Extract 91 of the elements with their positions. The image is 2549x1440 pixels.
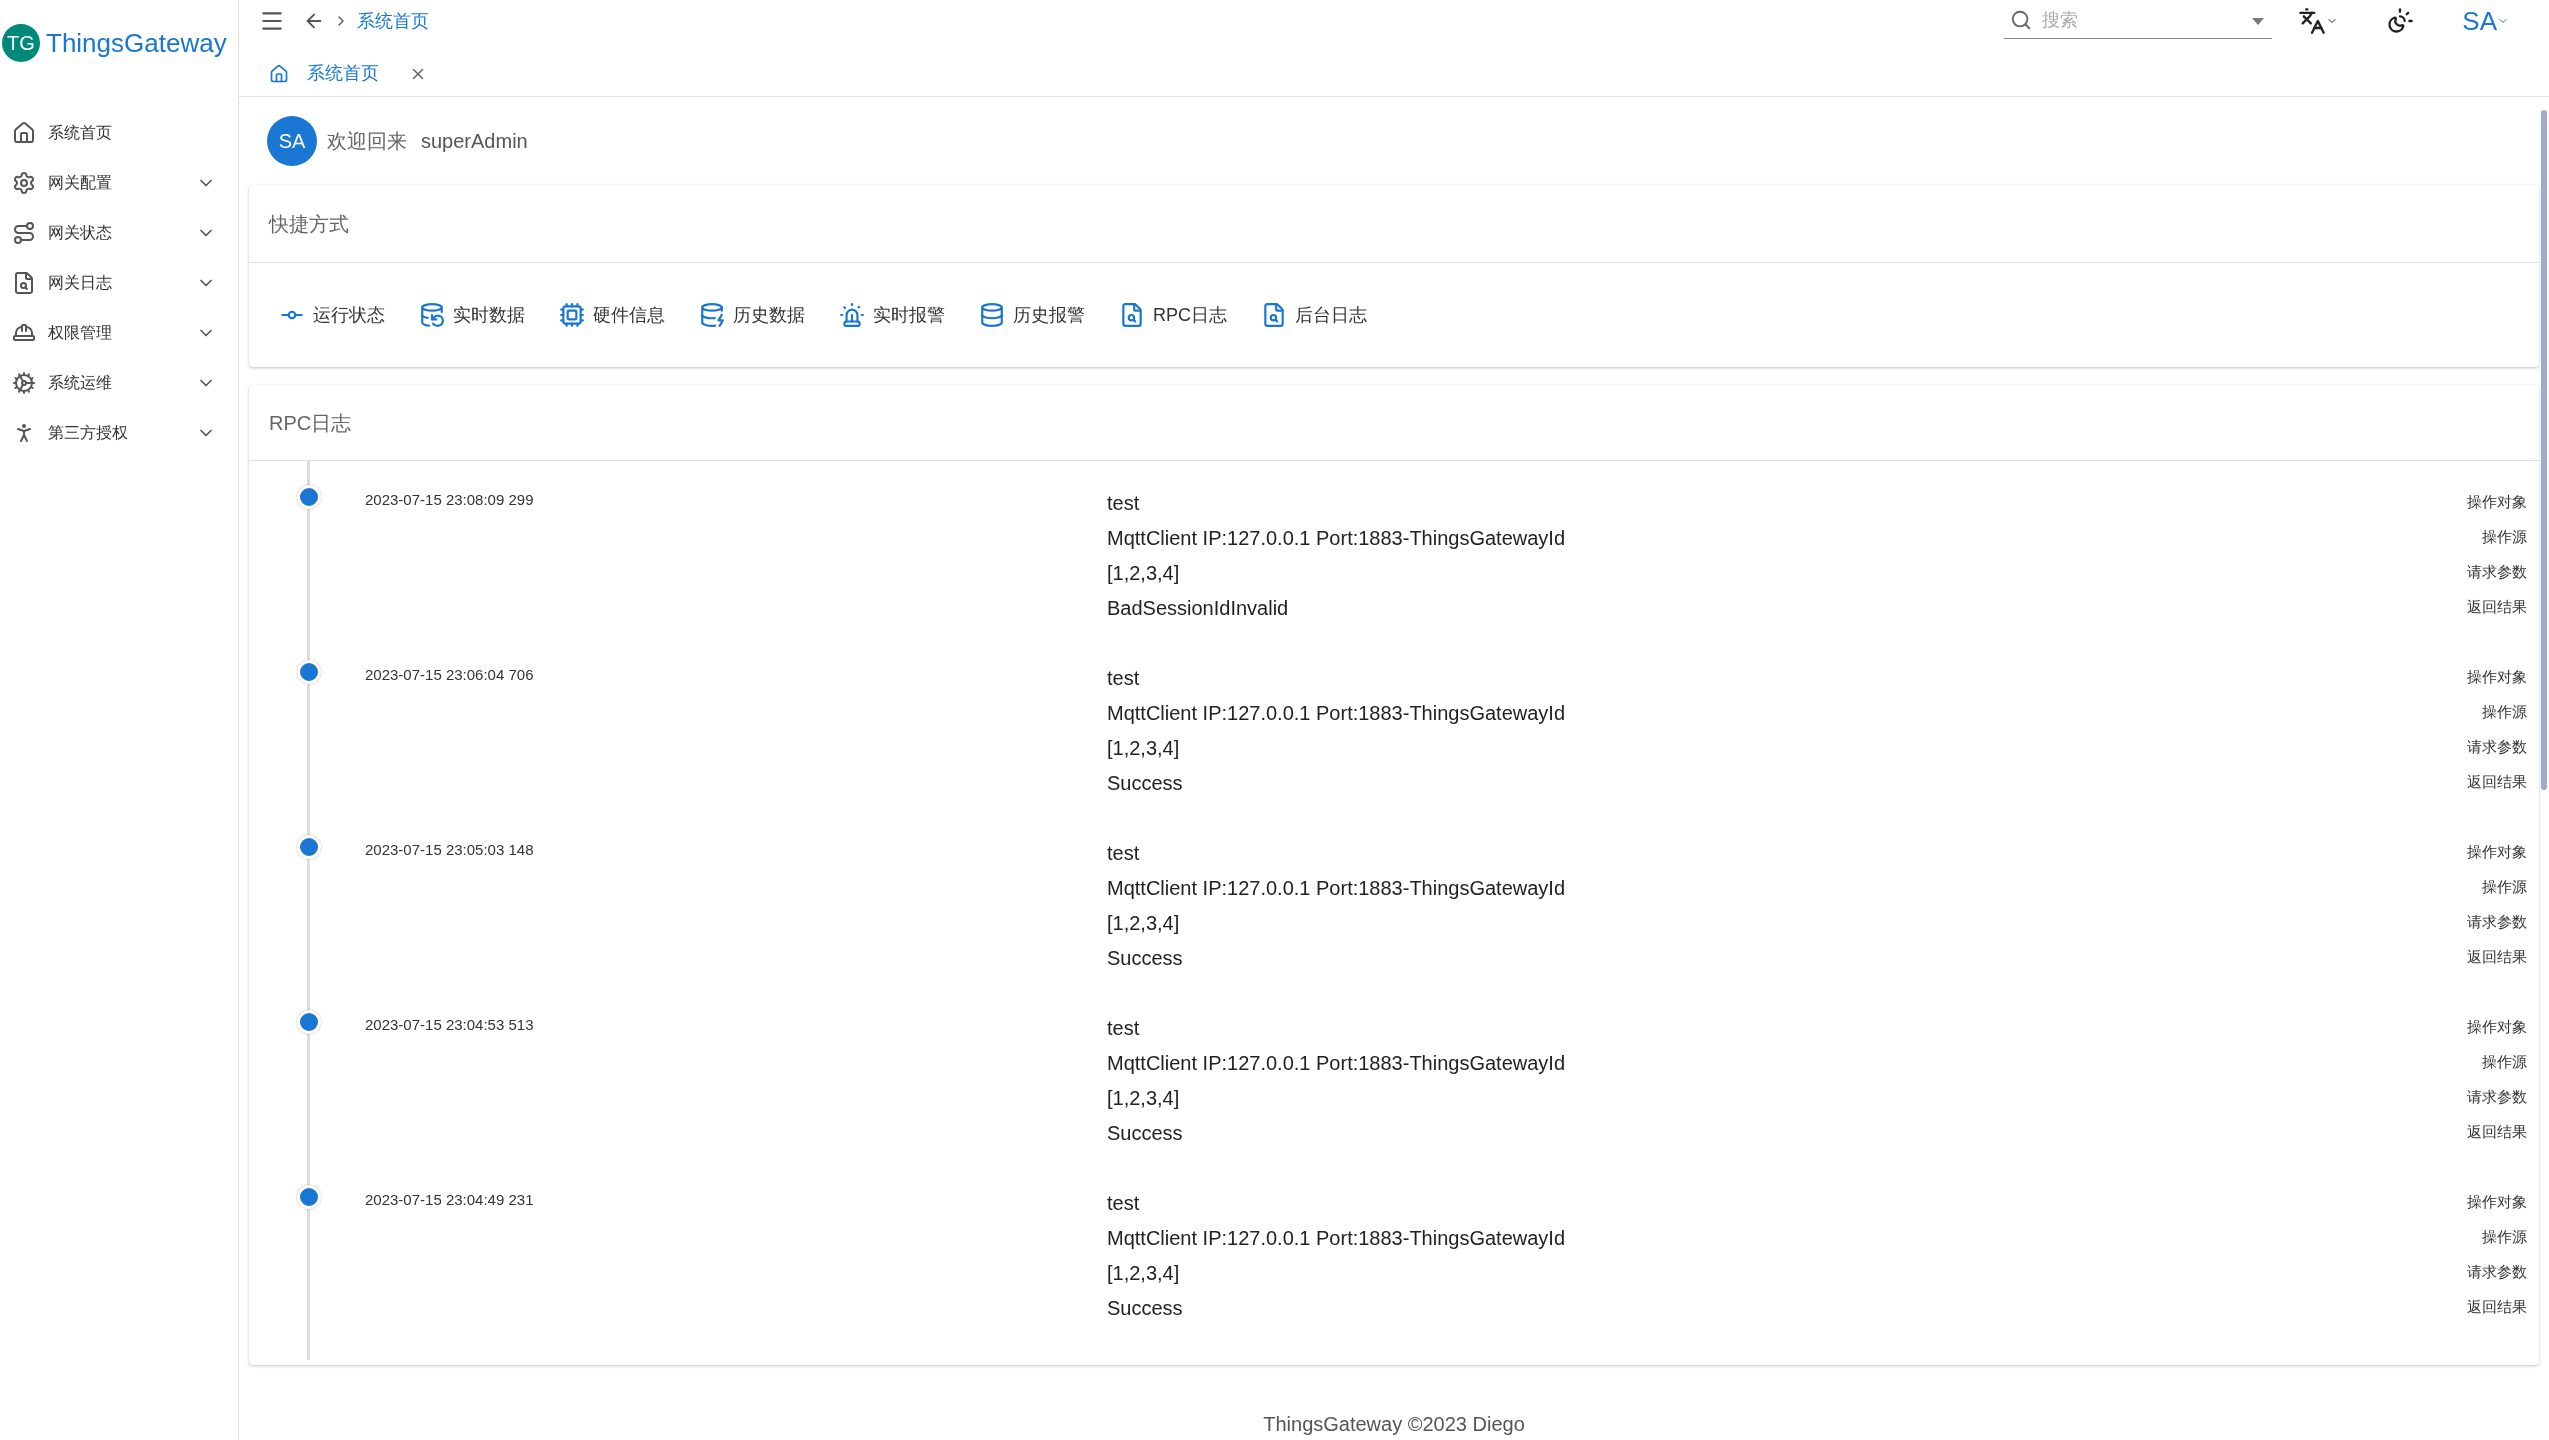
log-value: Success: [1107, 1295, 1183, 1321]
sidebar-item[interactable]: 系统首页: [0, 108, 238, 158]
field-label: 操作对象: [2467, 492, 2527, 513]
shortcut-link[interactable]: 运行状态: [279, 301, 385, 329]
welcome-text: 欢迎回来: [327, 129, 407, 154]
field-label: 请求参数: [2467, 1262, 2527, 1283]
sidebar-item[interactable]: 网关日志: [0, 258, 238, 308]
gear-icon: [12, 171, 36, 195]
field-label: 操作对象: [2467, 1017, 2527, 1038]
card-title: RPC日志: [269, 410, 352, 436]
shortcut-link[interactable]: 历史报警: [979, 301, 1085, 329]
field-label: 操作对象: [2467, 842, 2527, 863]
log-time: 2023-07-15 23:04:53 513: [365, 1015, 535, 1035]
shortcut-link[interactable]: 历史数据: [699, 301, 805, 329]
log-value: test: [1107, 665, 1140, 691]
file-search-icon: [12, 271, 36, 295]
field-label: 操作源: [2482, 877, 2527, 898]
sidebar-item[interactable]: 第三方授权: [0, 408, 238, 458]
shortcut-link[interactable]: RPC日志: [1119, 301, 1227, 329]
logo-badge: TG: [2, 24, 40, 62]
log-value: MqttClient IP:127.0.0.1 Port:1883-ThingsGatewayId: [1107, 700, 1566, 726]
page-tab[interactable]: 系统首页: [269, 51, 437, 96]
field-label: 请求参数: [2467, 562, 2527, 583]
field-label: 操作源: [2482, 1227, 2527, 1248]
shortcut-link[interactable]: 硬件信息: [559, 301, 665, 329]
chip-icon: [559, 302, 585, 328]
search-icon: [2010, 9, 2033, 31]
home-icon: [269, 63, 289, 84]
field-label: 请求参数: [2467, 737, 2527, 758]
field-label: 返回结果: [2467, 947, 2527, 968]
card-title: 快捷方式: [269, 211, 349, 237]
field-label: 操作源: [2482, 1052, 2527, 1073]
database-icon: [979, 302, 1005, 328]
user-menu-button[interactable]: SA: [2462, 1, 2509, 41]
field-label: 操作对象: [2467, 667, 2527, 688]
field-label: 请求参数: [2467, 1087, 2527, 1108]
field-label: 操作源: [2482, 702, 2527, 723]
field-label: 返回结果: [2467, 772, 2527, 793]
database-icon: [419, 302, 445, 328]
dropdown-triangle-icon: [2252, 18, 2265, 25]
log-value: [1,2,3,4]: [1107, 560, 1180, 586]
log-value: MqttClient IP:127.0.0.1 Port:1883-ThingsGatewayId: [1107, 525, 1566, 551]
file-search-icon: [1261, 302, 1287, 328]
user-name: superAdmin: [421, 129, 528, 154]
sidebar-item[interactable]: 网关配置: [0, 158, 238, 208]
log-value: [1,2,3,4]: [1107, 910, 1180, 936]
log-value: [1,2,3,4]: [1107, 735, 1180, 761]
home-icon: [12, 121, 36, 145]
cog-icon: [12, 371, 36, 395]
shortcut-link[interactable]: 实时报警: [839, 301, 945, 329]
search-field[interactable]: 搜索: [2004, 3, 2273, 39]
footer-text: ThingsGateway ©2023 Diego: [1263, 1412, 1525, 1437]
user-avatar: SA: [267, 116, 317, 166]
log-time: 2023-07-15 23:04:49 231: [365, 1190, 535, 1210]
file-search-icon: [1119, 302, 1145, 328]
log-value: BadSessionIdInvalid: [1107, 595, 1289, 621]
theme-toggle-icon[interactable]: [2386, 7, 2415, 35]
field-label: 返回结果: [2467, 1122, 2527, 1143]
log-value: Success: [1107, 1120, 1183, 1146]
log-value: MqttClient IP:127.0.0.1 Port:1883-ThingsGatewayId: [1107, 875, 1566, 901]
log-value: Success: [1107, 945, 1183, 971]
database-icon: [699, 302, 725, 328]
shortcut-link[interactable]: 实时数据: [419, 301, 525, 329]
log-value: test: [1107, 1190, 1140, 1216]
log-value: MqttClient IP:127.0.0.1 Port:1883-ThingsGatewayId: [1107, 1050, 1566, 1076]
log-value: [1,2,3,4]: [1107, 1260, 1180, 1286]
log-value: Success: [1107, 770, 1183, 796]
sidebar-item[interactable]: 系统运维: [0, 358, 238, 408]
log-time: 2023-07-15 23:06:04 706: [365, 665, 535, 685]
log-value: MqttClient IP:127.0.0.1 Port:1883-ThingsGatewayId: [1107, 1225, 1566, 1251]
route-icon: [12, 221, 36, 245]
sidebar-item[interactable]: 权限管理: [0, 308, 238, 358]
translate-icon: [2298, 7, 2327, 35]
field-label: 返回结果: [2467, 1297, 2527, 1318]
log-value: test: [1107, 490, 1140, 516]
siren-icon: [839, 302, 865, 328]
log-time: 2023-07-15 23:08:09 299: [365, 490, 535, 510]
breadcrumb-link[interactable]: 系统首页: [357, 7, 429, 35]
log-value: [1,2,3,4]: [1107, 1085, 1180, 1111]
log-value: test: [1107, 1015, 1140, 1041]
scrollbar[interactable]: [2541, 110, 2547, 790]
sidebar-item[interactable]: 网关状态: [0, 208, 238, 258]
field-label: 操作对象: [2467, 1192, 2527, 1213]
language-button[interactable]: [2298, 7, 2339, 35]
log-time: 2023-07-15 23:05:03 148: [365, 840, 535, 860]
field-label: 请求参数: [2467, 912, 2527, 933]
app-title: ThingsGateway: [46, 26, 227, 60]
shortcut-link[interactable]: 后台日志: [1261, 301, 1367, 329]
log-value: test: [1107, 840, 1140, 866]
field-label: 返回结果: [2467, 597, 2527, 618]
field-label: 操作源: [2482, 527, 2527, 548]
